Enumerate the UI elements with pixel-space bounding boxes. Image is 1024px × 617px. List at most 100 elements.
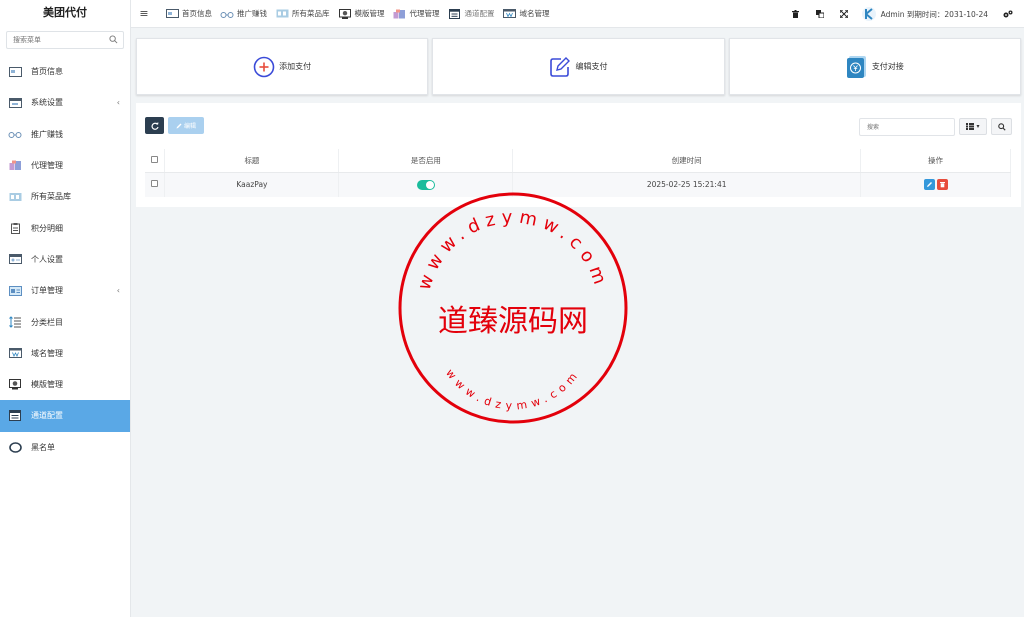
sidebar-item-label: 域名管理 (31, 348, 63, 358)
agent-icon (393, 9, 407, 19)
sidebar-item-label: 个人设置 (31, 254, 63, 264)
topnav-agent[interactable]: 代理管理 (393, 8, 440, 19)
sidebar-item-orders[interactable]: 订单管理 ‹ (0, 275, 130, 306)
admin-expiry-text: Admin 到期时间：2031-10-24 (880, 9, 988, 19)
table-header-row: 标题 是否启用 创建时间 操作 (145, 149, 1011, 173)
enabled-toggle[interactable] (416, 179, 435, 190)
search-icon[interactable] (109, 35, 118, 44)
sidebar-item-label: 分类栏目 (31, 317, 63, 327)
plus-circle-icon (253, 56, 275, 78)
row-delete-button[interactable] (936, 179, 948, 191)
domain-icon (8, 347, 22, 359)
profile-card-icon (8, 253, 22, 265)
columns-toggle-button[interactable]: ▾ (959, 118, 987, 135)
select-all-checkbox[interactable] (151, 155, 159, 163)
template-icon (8, 379, 22, 391)
topnav-templates[interactable]: 模版管理 (338, 8, 385, 19)
add-payment-card[interactable]: 添加支付 (136, 38, 429, 95)
topnav-domains[interactable]: 域名管理 (503, 8, 550, 19)
sidebar-item-label: 积分明细 (31, 223, 63, 233)
menu-search-input[interactable] (7, 32, 97, 48)
table-search-box[interactable] (859, 118, 955, 136)
edit-button[interactable]: 编辑 (168, 117, 204, 134)
search-icon (997, 122, 1006, 131)
domain-icon (503, 9, 517, 19)
sidebar-item-system-settings[interactable]: 系统设置 ‹ (0, 87, 130, 118)
table-search-input[interactable] (860, 119, 954, 135)
card-label: 编辑支付 (575, 62, 608, 71)
gears-icon[interactable] (996, 10, 1020, 18)
brand-title: 美团代付 (43, 6, 87, 19)
stamp-ring-bottom-text: www.dzymw.com (443, 367, 583, 413)
payment-table: 标题 是否启用 创建时间 操作 KaazPay 2025-02-25 15:21… (145, 149, 1011, 197)
topnav-channel-config[interactable]: 通道配置 (448, 8, 495, 19)
chevron-left-icon: ‹ (116, 98, 120, 108)
col-enabled[interactable]: 是否启用 (338, 149, 514, 173)
sidebar-item-label: 代理管理 (31, 161, 63, 171)
topnav-label: 域名管理 (519, 9, 550, 18)
sidebar-item-home[interactable]: 首页信息 (0, 56, 130, 87)
sidebar-item-promotion[interactable]: 推广赚钱 (0, 119, 130, 150)
fullscreen-icon[interactable] (832, 10, 856, 18)
payment-integration-card[interactable]: 支付对接 (728, 38, 1021, 95)
sidebar-item-points[interactable]: 积分明细 (0, 212, 130, 243)
sidebar-item-templates[interactable]: 模版管理 (0, 369, 130, 400)
agent-icon (8, 160, 22, 172)
dishes-icon (8, 191, 22, 203)
edit-button-label: 编辑 (183, 123, 196, 130)
action-cards: 添加支付 编辑支付 支付对接 (136, 38, 1021, 95)
edit-square-icon (549, 56, 571, 78)
row-edit-button[interactable] (923, 179, 935, 191)
col-title[interactable]: 标题 (164, 149, 340, 173)
edit-payment-card[interactable]: 编辑支付 (432, 38, 725, 95)
row-checkbox[interactable] (151, 180, 159, 188)
chevron-left-icon: ‹ (116, 286, 120, 296)
caret-down-icon: ▾ (976, 123, 980, 130)
row-select-cell (145, 172, 166, 197)
col-created[interactable]: 创建时间 (512, 149, 862, 173)
blacklist-icon (8, 441, 22, 453)
template-icon (338, 8, 352, 19)
sidebar-item-agent[interactable]: 代理管理 (0, 150, 130, 181)
topnav-label: 代理管理 (409, 9, 440, 18)
sidebar-item-label: 推广赚钱 (31, 129, 63, 139)
home-card-icon (165, 9, 179, 19)
sidebar-item-channel-config[interactable]: 通道配置 (0, 400, 130, 432)
document-icon (8, 222, 22, 234)
sidebar-item-label: 模版管理 (31, 380, 63, 390)
refresh-button[interactable] (145, 117, 164, 134)
refresh-icon (151, 122, 159, 130)
topnav-label: 所有菜品库 (292, 9, 330, 18)
sidebar-item-blacklist[interactable]: 黑名单 (0, 432, 130, 463)
sidebar: 美团代付 首页信息 系统设置 ‹ 推广赚钱 代理管理 所有菜品库 积分明细 (0, 0, 131, 617)
home-card-icon (8, 66, 22, 78)
sidebar-item-dishes[interactable]: 所有菜品库 (0, 181, 130, 212)
table-search-button[interactable] (991, 118, 1012, 135)
order-icon (8, 285, 22, 297)
menu-search-box[interactable] (6, 31, 124, 49)
topnav-home[interactable]: 首页信息 (165, 8, 212, 19)
topnav-promotion[interactable]: 推广赚钱 (220, 8, 267, 19)
row-actions (860, 172, 1011, 197)
sidebar-item-profile[interactable]: 个人设置 (0, 244, 130, 275)
admin-account[interactable]: Admin 到期时间：2031-10-24 (861, 7, 988, 21)
translate-icon[interactable] (808, 10, 832, 18)
card-label: 支付对接 (871, 62, 904, 71)
sidebar-item-domains[interactable]: 域名管理 (0, 338, 130, 369)
table-toolbar: 编辑 (145, 117, 204, 134)
category-icon (8, 316, 22, 328)
trash-icon[interactable] (784, 10, 808, 18)
sidebar-item-category[interactable]: 分类栏目 (0, 306, 130, 337)
topnav-dishes[interactable]: 所有菜品库 (275, 8, 330, 19)
col-actions: 操作 (860, 149, 1011, 173)
topnav-label: 推广赚钱 (237, 9, 267, 18)
pencil-icon (176, 123, 182, 128)
hamburger-menu-icon[interactable]: ≡ (131, 7, 157, 20)
row-title: KaazPay (164, 172, 340, 197)
sidebar-item-label: 订单管理 (31, 286, 63, 296)
sidebar-item-label: 黑名单 (31, 442, 55, 452)
settings-card-icon (8, 97, 22, 109)
grid-icon (966, 123, 975, 130)
avatar (861, 7, 876, 21)
glasses-icon (220, 9, 234, 19)
